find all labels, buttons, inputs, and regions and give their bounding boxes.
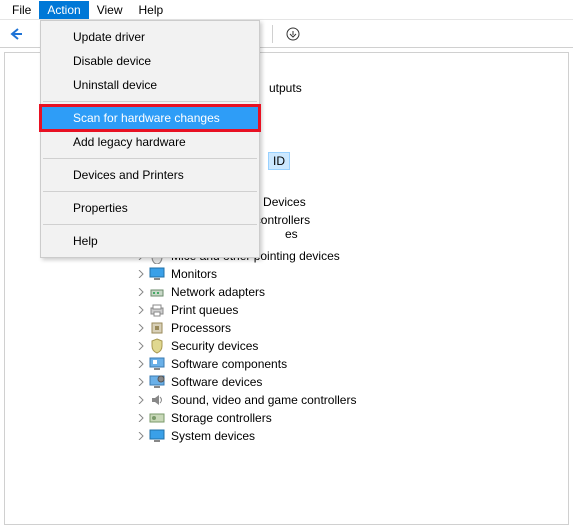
tree-label: System devices — [169, 428, 257, 444]
peek-es: es — [285, 227, 298, 241]
system-icon — [149, 428, 165, 444]
chevron-right-icon[interactable] — [135, 286, 147, 298]
menu-uninstall-device[interactable]: Uninstall device — [41, 73, 259, 97]
back-button[interactable] — [6, 24, 26, 44]
menu-separator — [43, 101, 257, 102]
menu-add-legacy[interactable]: Add legacy hardware — [41, 130, 259, 154]
tree-label: Security devices — [169, 338, 260, 354]
menu-action[interactable]: Action — [39, 1, 88, 19]
menu-file[interactable]: File — [4, 1, 39, 19]
menu-view[interactable]: View — [89, 1, 131, 19]
tree-label: Network adapters — [169, 284, 267, 300]
action-menu-dropdown: Update driver Disable device Uninstall d… — [40, 20, 260, 258]
menu-update-driver[interactable]: Update driver — [41, 25, 259, 49]
tree-node-system[interactable]: System devices — [5, 427, 568, 445]
processor-icon — [149, 320, 165, 336]
tree-label: Print queues — [169, 302, 240, 318]
menu-separator — [43, 191, 257, 192]
chevron-right-icon[interactable] — [135, 322, 147, 334]
chevron-right-icon[interactable] — [135, 340, 147, 352]
menu-separator — [43, 158, 257, 159]
toolbar-separator — [272, 25, 273, 43]
tree-label: Software components — [169, 356, 289, 372]
peek-selected-text: ID — [269, 153, 289, 169]
chevron-right-icon[interactable] — [135, 394, 147, 406]
tree-node-software-devices[interactable]: Software devices — [5, 373, 568, 391]
menu-disable-device[interactable]: Disable device — [41, 49, 259, 73]
tree-label: Software devices — [169, 374, 264, 390]
tree-node-processors[interactable]: Processors — [5, 319, 568, 337]
menu-devices-printers[interactable]: Devices and Printers — [41, 163, 259, 187]
component-icon — [149, 356, 165, 372]
tree-node-software-components[interactable]: Software components — [5, 355, 568, 373]
storage-icon — [149, 410, 165, 426]
chevron-right-icon[interactable] — [135, 412, 147, 424]
chevron-right-icon[interactable] — [135, 376, 147, 388]
menu-help[interactable]: Help — [41, 229, 259, 253]
tree-label: Monitors — [169, 266, 219, 282]
speaker-icon — [149, 392, 165, 408]
chevron-right-icon[interactable] — [135, 268, 147, 280]
monitor-icon — [149, 266, 165, 282]
tree-node-storage[interactable]: Storage controllers — [5, 409, 568, 427]
menu-separator — [43, 224, 257, 225]
security-icon — [149, 338, 165, 354]
tree-label: Storage controllers — [169, 410, 274, 426]
chevron-right-icon[interactable] — [135, 358, 147, 370]
menu-scan-hardware[interactable]: Scan for hardware changes — [41, 106, 259, 130]
tree-node-sound[interactable]: Sound, video and game controllers — [5, 391, 568, 409]
menu-help[interactable]: Help — [131, 1, 172, 19]
tree-label: Processors — [169, 320, 233, 336]
chevron-right-icon[interactable] — [135, 430, 147, 442]
network-icon — [149, 284, 165, 300]
tree-node-monitors[interactable]: Monitors — [5, 265, 568, 283]
tree-label: Sound, video and game controllers — [169, 392, 358, 408]
tree-node-network[interactable]: Network adapters — [5, 283, 568, 301]
menu-properties[interactable]: Properties — [41, 196, 259, 220]
tree-node-security[interactable]: Security devices — [5, 337, 568, 355]
menubar: File Action View Help — [0, 0, 573, 20]
peek-outputs: utputs — [269, 81, 302, 95]
printer-icon — [149, 302, 165, 318]
software-device-icon — [149, 374, 165, 390]
toolbar-button[interactable] — [283, 24, 303, 44]
chevron-right-icon[interactable] — [135, 304, 147, 316]
tree-node-print-queues[interactable]: Print queues — [5, 301, 568, 319]
